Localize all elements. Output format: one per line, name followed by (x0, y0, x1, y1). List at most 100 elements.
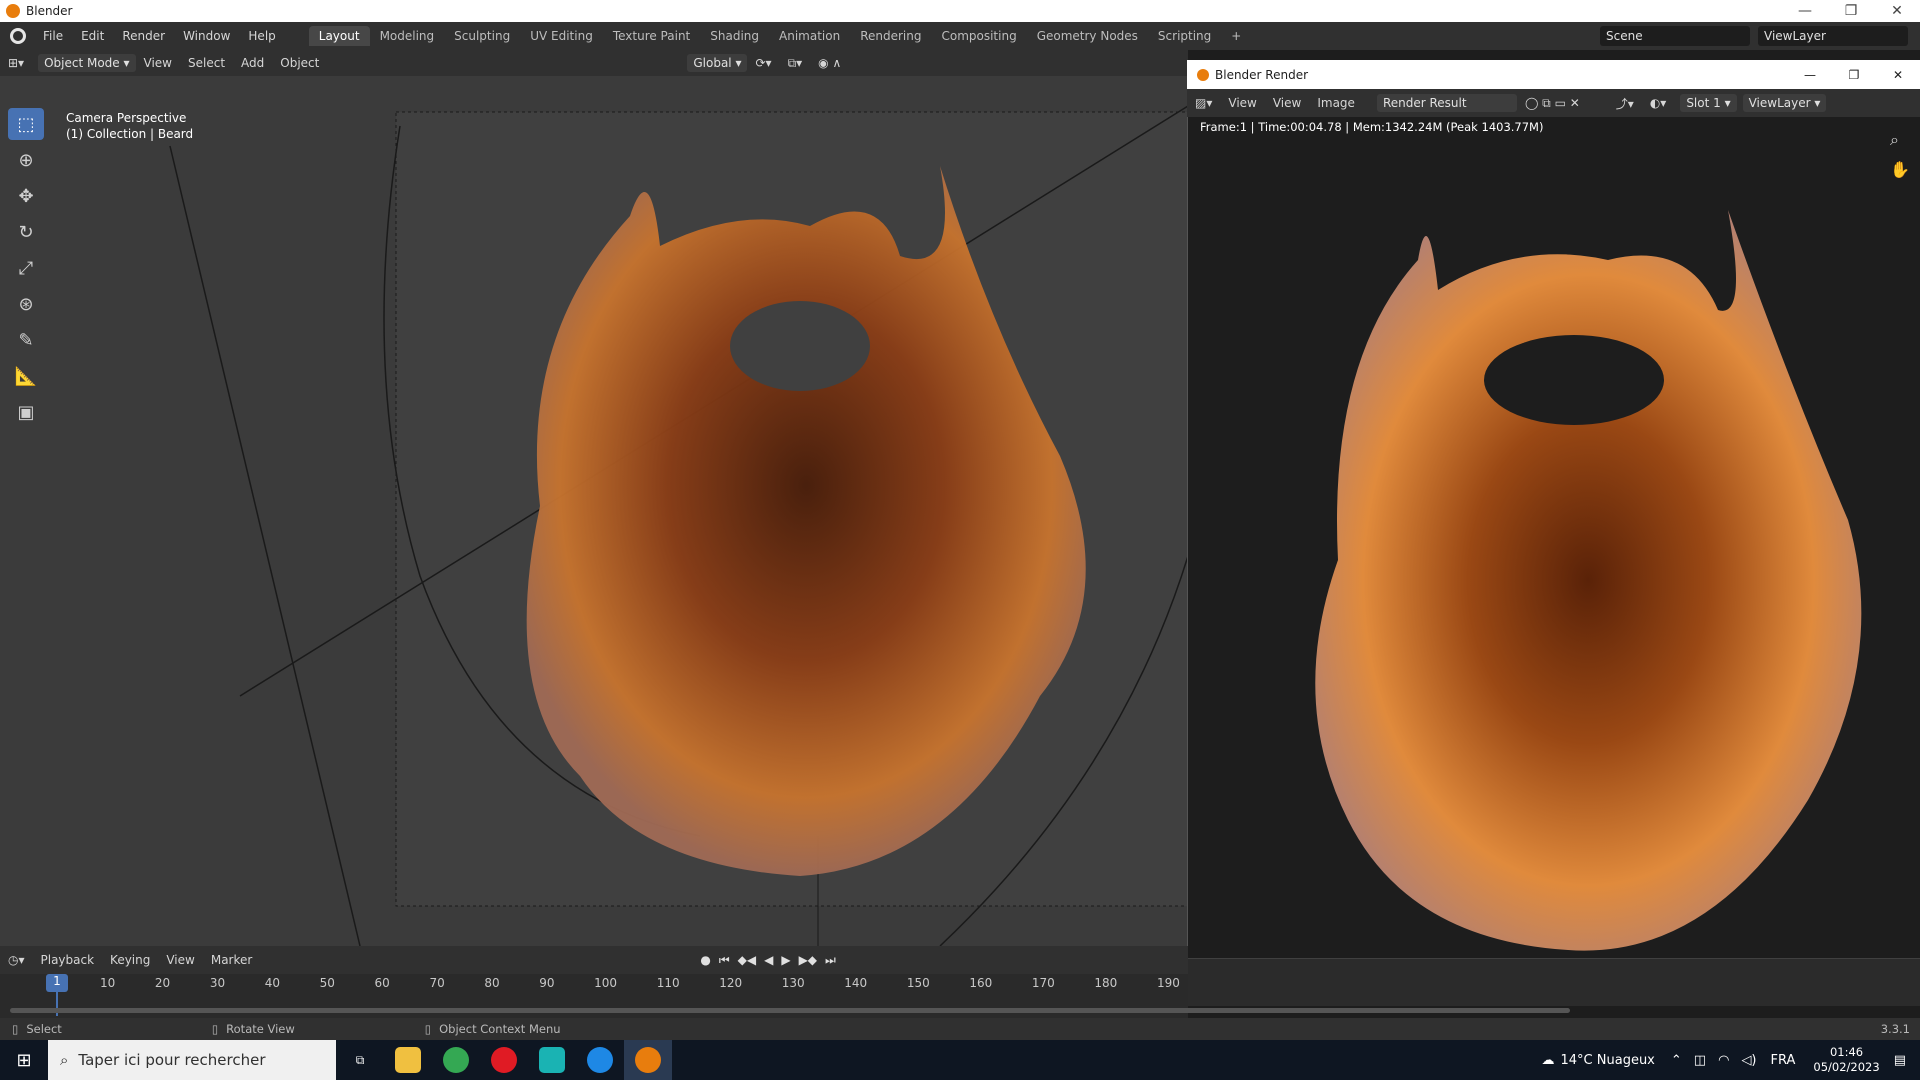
3d-viewport[interactable] (0, 76, 1188, 946)
mouse-middle-icon: ▯ (211, 1022, 219, 1036)
cursor-icon[interactable]: ⊕ (8, 144, 44, 176)
volume-icon[interactable]: ◁) (1741, 1053, 1756, 1068)
menu-select[interactable]: Select (180, 56, 233, 70)
tab-shading[interactable]: Shading (700, 26, 769, 46)
tab-texture-paint[interactable]: Texture Paint (603, 26, 700, 46)
select-box-icon[interactable]: ⬚ (8, 108, 44, 140)
add-workspace-icon[interactable]: + (1221, 26, 1251, 46)
prev-keyframe-icon[interactable]: ◆◀ (738, 953, 756, 968)
tab-modeling[interactable]: Modeling (370, 26, 445, 46)
timeline-body[interactable]: 1 10 20 30 40 50 60 70 80 90 100 110 120… (0, 974, 1570, 1018)
move-icon[interactable]: ✥ (8, 180, 44, 212)
image-editor-type-icon[interactable]: ▨▾ (1187, 96, 1220, 110)
notification-icon[interactable]: ▤ (1894, 1053, 1906, 1068)
tick: 170 (1031, 976, 1055, 990)
tab-geometry-nodes[interactable]: Geometry Nodes (1027, 26, 1148, 46)
tick: 30 (209, 976, 226, 990)
snap-icon[interactable]: ⧉▾ (780, 56, 811, 71)
file-explorer-icon[interactable] (384, 1040, 432, 1080)
timeline-menu-view[interactable]: View (158, 953, 202, 967)
render-minimize-button[interactable]: — (1788, 68, 1832, 82)
blender-logo-icon[interactable] (10, 28, 26, 44)
tab-layout[interactable]: Layout (308, 26, 370, 46)
jump-end-icon[interactable]: ⏭ (825, 953, 836, 968)
menu-view[interactable]: View (136, 56, 180, 70)
image-actions-icon[interactable]: ◯ ⧉ ▭ ✕ (1517, 96, 1588, 111)
chrome-icon[interactable] (432, 1040, 480, 1080)
opera-icon[interactable] (480, 1040, 528, 1080)
zoom-icon[interactable]: ⌕ (1890, 130, 1899, 150)
overlay-icon[interactable]: ◐▾ (1642, 96, 1675, 110)
minimize-button[interactable]: — (1782, 3, 1828, 19)
slot-selector[interactable]: Slot 1 ▾ (1680, 94, 1737, 112)
play-icon[interactable]: ▶ (781, 953, 790, 968)
wifi-icon[interactable]: ◠ (1718, 1053, 1729, 1068)
mode-label: Object Mode (44, 56, 120, 70)
render-close-button[interactable]: ✕ (1876, 68, 1920, 82)
annotate-icon[interactable]: ✎ (8, 324, 44, 356)
blender-app-icon (1197, 68, 1209, 81)
editor-type-icon[interactable]: ⊞▾ (0, 56, 32, 70)
current-frame-indicator[interactable]: 1 (46, 974, 68, 992)
tick: 20 (154, 976, 171, 990)
clock[interactable]: 01:46 05/02/2023 (1813, 1045, 1879, 1075)
tab-scripting[interactable]: Scripting (1148, 26, 1221, 46)
jump-start-icon[interactable]: ⏮ (719, 953, 730, 968)
render-viewlayer-selector[interactable]: ViewLayer ▾ (1742, 94, 1827, 112)
menu-file[interactable]: File (34, 29, 72, 43)
maya-icon[interactable] (528, 1040, 576, 1080)
menu-object[interactable]: Object (272, 56, 327, 70)
timeline-menu-playback[interactable]: Playback (33, 953, 103, 967)
close-button[interactable]: ✕ (1874, 3, 1920, 19)
timeline-editor-icon[interactable]: ◷▾ (0, 953, 33, 967)
menu-add[interactable]: Add (233, 56, 272, 70)
tick: 100 (594, 976, 618, 990)
scale-icon[interactable]: ⤢ (8, 252, 44, 284)
viewlayer-selector[interactable]: ViewLayer (1758, 26, 1908, 46)
menu-window[interactable]: Window (174, 29, 239, 43)
render-maximize-button[interactable]: ❐ (1832, 68, 1876, 82)
add-cube-icon[interactable]: ▣ (8, 396, 44, 428)
tray-chevron-icon[interactable]: ⌃ (1671, 1053, 1682, 1068)
timeline-menu-marker[interactable]: Marker (203, 953, 260, 967)
image-selector[interactable]: Render Result (1376, 94, 1517, 112)
render-menu-image[interactable]: Image (1309, 96, 1363, 110)
record-icon[interactable]: ● (700, 953, 710, 968)
orientation-dropdown[interactable]: Global ▾ (687, 54, 748, 72)
mode-dropdown[interactable]: Object Mode ▾ (38, 54, 136, 72)
next-keyframe-icon[interactable]: ▶◆ (799, 953, 817, 968)
taskbar-search[interactable]: ⌕ Taper ici pour rechercher (48, 1040, 336, 1080)
tab-rendering[interactable]: Rendering (850, 26, 931, 46)
pivot-icon[interactable]: ⟳▾ (747, 56, 779, 70)
windows-start-icon[interactable]: ⊞ (0, 1040, 48, 1080)
transform-icon[interactable]: ⊛ (8, 288, 44, 320)
menu-edit[interactable]: Edit (72, 29, 113, 43)
timeline-scrollbar[interactable] (10, 1008, 1570, 1013)
render-window-title: Blender Render (1215, 67, 1309, 82)
measure-icon[interactable]: 📐 (8, 360, 44, 392)
play-reverse-icon[interactable]: ◀ (764, 953, 773, 968)
render-view-mode[interactable]: View (1220, 96, 1264, 110)
render-menu-view[interactable]: View (1265, 96, 1309, 110)
tab-animation[interactable]: Animation (769, 26, 850, 46)
weather-text[interactable]: 14°C Nuageux (1561, 1053, 1655, 1068)
scene-selector[interactable]: Scene (1600, 26, 1750, 46)
image-name: Render Result (1382, 96, 1467, 110)
tab-uv-editing[interactable]: UV Editing (520, 26, 603, 46)
c-app-icon[interactable] (576, 1040, 624, 1080)
proportional-edit-icon[interactable]: ◉ ∧ (810, 56, 849, 70)
timeline-menu-keying[interactable]: Keying (102, 953, 158, 967)
blender-taskbar-icon[interactable] (624, 1040, 672, 1080)
menu-render[interactable]: Render (113, 29, 174, 43)
rotate-icon[interactable]: ↻ (8, 216, 44, 248)
network-icon[interactable]: ◫ (1694, 1053, 1706, 1068)
sample-tool-icon[interactable]: ⤴▾ (1608, 95, 1642, 112)
maximize-button[interactable]: ❐ (1828, 3, 1874, 19)
tab-compositing[interactable]: Compositing (931, 26, 1026, 46)
tick: 60 (374, 976, 390, 990)
menu-help[interactable]: Help (239, 29, 284, 43)
task-view-icon[interactable]: ⧉ (336, 1040, 384, 1080)
language-indicator[interactable]: FRA (1771, 1053, 1796, 1068)
pan-hand-icon[interactable]: ✋ (1890, 160, 1910, 179)
tab-sculpting[interactable]: Sculpting (444, 26, 520, 46)
